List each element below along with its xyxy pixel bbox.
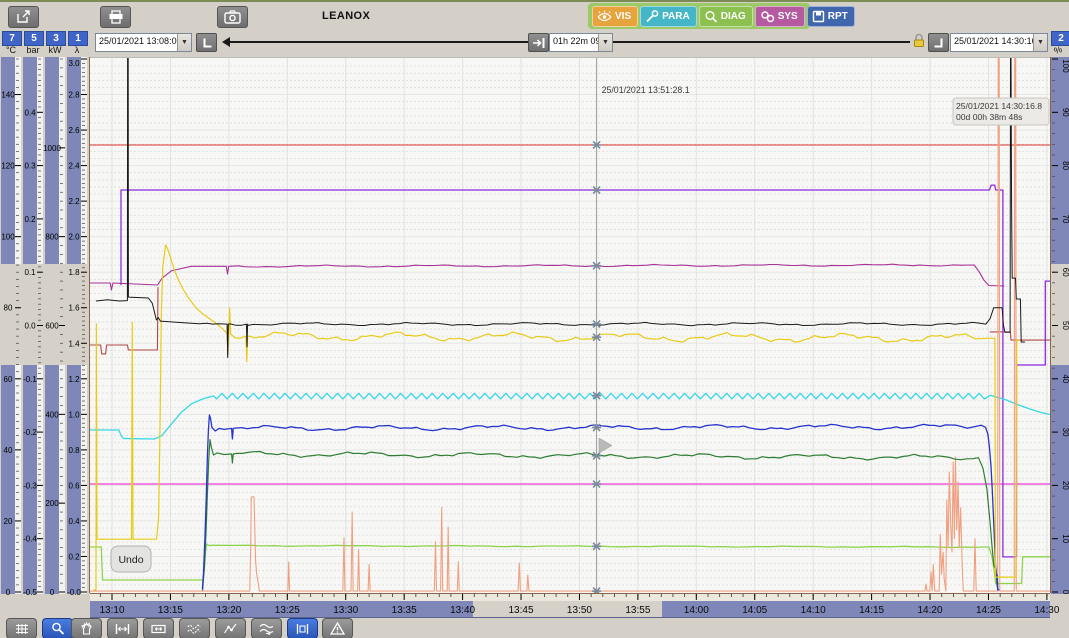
toolbar-compress-h-button[interactable] [143, 618, 174, 638]
axis-tick-label: 1.6 [68, 304, 80, 313]
x-axis-label: 13:20 [216, 605, 241, 616]
toolbar-layers-button[interactable] [251, 618, 282, 638]
axis-tick-label: 70 [1061, 214, 1069, 223]
axis-tick-label: 0.6 [68, 481, 80, 490]
layers-icon [259, 623, 274, 635]
x-axis-label: 13:15 [158, 605, 183, 616]
x-axis-label: 14:00 [684, 605, 709, 616]
warning-icon [330, 622, 345, 635]
x-axis-label: 13:30 [333, 605, 358, 616]
x-axis-label: 14:10 [801, 605, 826, 616]
axis-tick-label: 0.4 [68, 517, 80, 526]
axis-tick-label: -0.4 [23, 535, 37, 544]
axis-tick-label: 60 [4, 375, 13, 384]
axis-tick-label: 50 [1061, 321, 1069, 330]
axis-tick-label: 100 [1061, 59, 1069, 73]
axis-tick-label: 100 [1, 233, 15, 242]
axis-tick-label: 0.4 [24, 108, 36, 117]
axis-tick-label: 3.0 [68, 59, 80, 68]
x-axis-label: 13:35 [392, 605, 417, 616]
axis-tick-label: 0 [50, 588, 55, 597]
x-axis-label: 13:55 [625, 605, 650, 616]
toolbar-grid-button[interactable] [6, 618, 37, 638]
curves-icon [187, 623, 202, 635]
axis-tick-label: 2.2 [68, 197, 80, 206]
cursor-time-label: 25/01/2021 13:51:28.1 [602, 85, 690, 95]
axis-tick-label: -0.2 [23, 428, 37, 437]
axis-tick-label: 60 [1061, 268, 1069, 277]
grid-icon [15, 623, 29, 635]
axis-tick-label: 40 [1061, 374, 1069, 383]
x-axis-label: 13:40 [450, 605, 475, 616]
axis-tick-label: -0.1 [23, 375, 37, 384]
axis-tick-label: 0.1 [24, 268, 36, 277]
axis-tick-label: 1.8 [68, 268, 80, 277]
axis-tick-label: 140 [1, 91, 15, 100]
axis-tick-label: 20 [4, 517, 13, 526]
axis-tick-label: 120 [1, 162, 15, 171]
x-axis-label: 14:25 [976, 605, 1001, 616]
axis-tick-label: 0 [1061, 590, 1069, 595]
x-axis-label: 14:30 [1034, 605, 1059, 616]
x-axis-label: 13:10 [99, 605, 124, 616]
undo-button[interactable]: Undo [111, 546, 151, 572]
axis-tick-label: 1.0 [68, 410, 80, 419]
range-tooltip-line2: 00d 00h 38m 48s [956, 112, 1022, 122]
axis-tick-label: 0.8 [68, 446, 80, 455]
axis-tick-label: 0.2 [24, 215, 36, 224]
toolbar-pan-button[interactable] [71, 618, 102, 638]
range-tooltip-line1: 25/01/2021 14:30:16.8 [956, 101, 1042, 111]
axis-tick-label: 400 [45, 410, 59, 419]
axis-tick-label: 0 [6, 588, 11, 597]
x-axis-label: 14:15 [859, 605, 884, 616]
toolbar-expand-h-button[interactable] [107, 618, 138, 638]
toolbar-curves-button[interactable] [179, 618, 210, 638]
axis-tick-label: 80 [4, 304, 13, 313]
axis-tick-label: 2.0 [68, 233, 80, 242]
axis-tick-label: 40 [4, 446, 13, 455]
axis-tick-label: 1.4 [68, 339, 80, 348]
axis-tick-label: 600 [45, 322, 59, 331]
axis-tick-label: 10 [1061, 534, 1069, 543]
toolbar-zoom-button[interactable] [42, 618, 73, 638]
cursor-values-icon [295, 623, 310, 635]
x-axis-label: 14:20 [918, 605, 943, 616]
axis-tick-label: 1.2 [68, 375, 80, 384]
axis-tick-label: 80 [1061, 161, 1069, 170]
axis-tick-label: 2.6 [68, 126, 80, 135]
axis-tick-label: 20 [1061, 481, 1069, 490]
expand-horizontal-icon [115, 623, 130, 635]
toolbar-scatter-button[interactable] [215, 618, 246, 638]
scatter-line-icon [223, 623, 238, 635]
trend-chart[interactable]: 1401201008060402000.40.30.20.10.0-0.1-0.… [0, 2, 1069, 618]
zoom-icon [51, 622, 65, 635]
axis-tick-label: 1000 [43, 144, 61, 153]
toolbar-warning-button[interactable] [322, 618, 353, 638]
axis-tick-label: 200 [45, 499, 59, 508]
undo-label: Undo [118, 554, 143, 566]
x-axis-tick-strip[interactable] [90, 594, 1050, 601]
axis-tick-label: -0.3 [23, 481, 37, 490]
axis-tick-label: 2.4 [68, 162, 80, 171]
compress-horizontal-icon [151, 623, 166, 635]
leanox-trend-window: LEANOX VIS PARA DIAG SYS RPT 25/01/2021 … [0, 0, 1069, 638]
axis-tick-label: 0.2 [68, 552, 80, 561]
toolbar-cursor-values-button[interactable] [287, 618, 318, 638]
axis-tick-label: 0.3 [24, 162, 36, 171]
axis-tick-label: 30 [1061, 428, 1069, 437]
x-axis-label: 13:45 [509, 605, 534, 616]
axis-tick-label: -0.5 [23, 588, 37, 597]
hand-icon [80, 622, 93, 635]
axis-tick-label: 800 [45, 233, 59, 242]
axis-tick-label: -0.0 [67, 588, 81, 597]
axis-tick-label: 90 [1061, 108, 1069, 117]
axis-pan-band-left[interactable] [0, 264, 88, 365]
axis-tick-label: 2.8 [68, 91, 80, 100]
x-axis-label: 14:05 [742, 605, 767, 616]
axis-tick-label: 0.0 [24, 322, 36, 331]
x-axis-label: 13:25 [275, 605, 300, 616]
x-axis-label: 13:50 [567, 605, 592, 616]
